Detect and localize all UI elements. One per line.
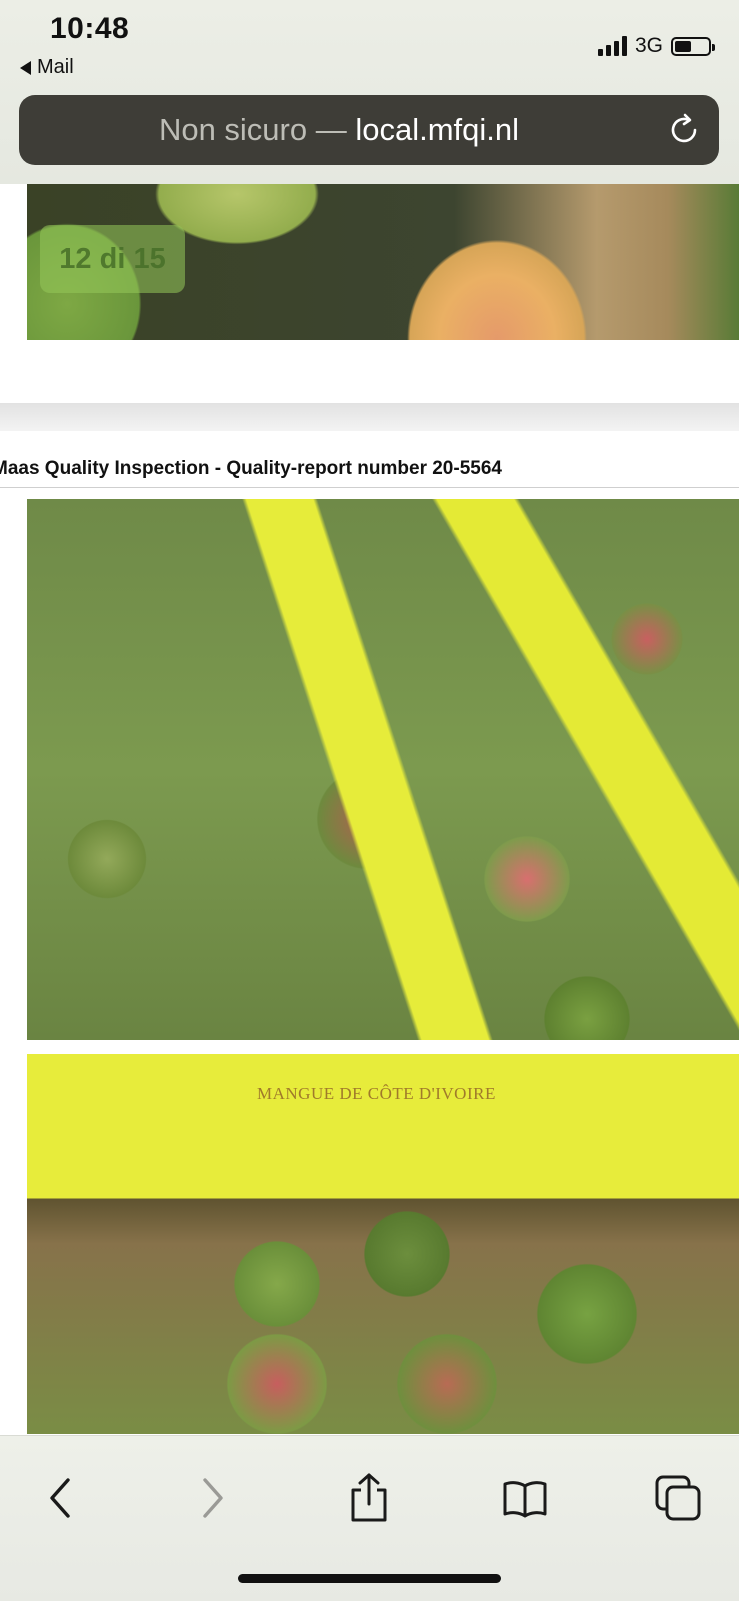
- share-icon: [351, 1473, 387, 1522]
- network-type: 3G: [634, 34, 663, 57]
- section-divider: [0, 403, 739, 431]
- signal-icon: [597, 36, 627, 56]
- status-time: 10:48: [50, 12, 130, 45]
- back-button[interactable]: [30, 1468, 90, 1528]
- forward-button[interactable]: [183, 1468, 243, 1528]
- share-button[interactable]: [339, 1468, 399, 1528]
- address-bar[interactable]: Non sicuro — local.mfqi.nl: [19, 95, 719, 165]
- back-to-app-link[interactable]: Mail: [20, 56, 74, 79]
- photo-mango-boxes-overview[interactable]: [27, 499, 739, 1040]
- url-domain: local.mfqi.nl: [355, 112, 520, 147]
- back-icon: [50, 1478, 70, 1518]
- url-text[interactable]: Non sicuro — local.mfqi.nl: [19, 95, 659, 165]
- back-triangle-icon: [20, 60, 31, 75]
- slide-counter: 12 di 15: [40, 225, 185, 293]
- security-warning: Non sicuro —: [158, 112, 347, 147]
- tabs-icon: [655, 1475, 701, 1521]
- tabs-button[interactable]: [648, 1468, 708, 1528]
- back-app-label: Mail: [37, 56, 74, 78]
- browser-top-bar: 10:48 Mail 3G Non sicuro — local.mfqi.nl: [0, 0, 739, 184]
- battery-icon: [671, 36, 715, 56]
- home-indicator[interactable]: [238, 1574, 501, 1583]
- title-rule: [0, 487, 739, 488]
- forward-icon: [203, 1478, 223, 1518]
- report-title: Maas Quality Inspection - Quality-report…: [0, 458, 502, 479]
- bookmarks-button[interactable]: [495, 1468, 555, 1528]
- status-indicators: 3G: [597, 34, 715, 58]
- box-print-text: MANGUE DE CÔTE D'IVOIRE: [257, 1084, 496, 1103]
- gallery-photo-mangoes-closeup[interactable]: 12 di 15: [27, 184, 739, 340]
- reload-icon[interactable]: [667, 113, 701, 147]
- bookmarks-icon: [503, 1481, 547, 1518]
- photo-mango-box-label[interactable]: MANGUE DE CÔTE D'IVOIRE: [27, 1054, 739, 1434]
